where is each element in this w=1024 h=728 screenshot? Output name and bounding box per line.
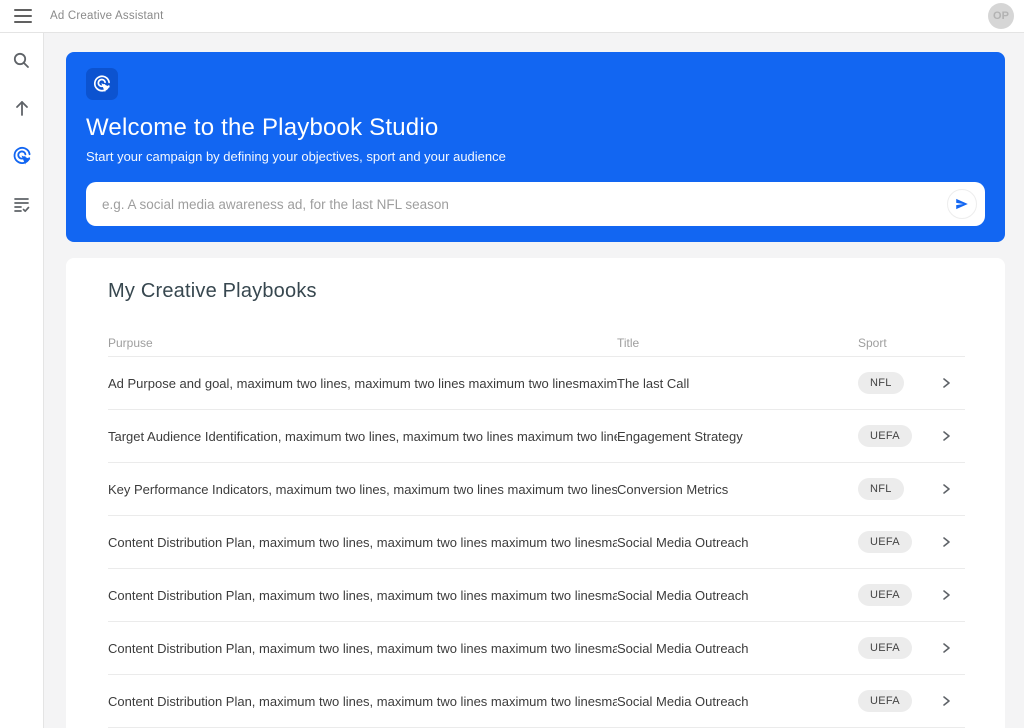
app-title: Ad Creative Assistant — [50, 10, 164, 22]
row-purpose: Content Distribution Plan, maximum two l… — [108, 587, 617, 603]
main-content: Welcome to the Playbook Studio Start you… — [44, 33, 1024, 728]
row-title: Social Media Outreach — [617, 587, 749, 603]
table-row[interactable]: Key Performance Indicators, maximum two … — [108, 463, 965, 516]
playbook-rows: Ad Purpose and goal, maximum two lines, … — [108, 357, 965, 728]
sport-badge: UEFA — [858, 637, 912, 659]
summaries-icon[interactable] — [5, 187, 39, 221]
chevron-right-icon[interactable] — [935, 425, 957, 447]
table-row[interactable]: Content Distribution Plan, maximum two l… — [108, 675, 965, 728]
table-row[interactable]: Content Distribution Plan, maximum two l… — [108, 516, 965, 569]
row-purpose: Target Audience Identification, maximum … — [108, 428, 617, 444]
banner-title: Welcome to the Playbook Studio — [86, 114, 439, 141]
avatar[interactable]: OP — [988, 3, 1014, 29]
campaign-prompt-input[interactable] — [102, 196, 947, 212]
sport-badge: UEFA — [858, 531, 912, 553]
table-header: Purpuse Title Sport — [108, 329, 965, 357]
campaign-prompt — [86, 182, 985, 226]
row-purpose: Content Distribution Plan, maximum two l… — [108, 534, 617, 550]
row-purpose: Key Performance Indicators, maximum two … — [108, 481, 617, 497]
table-row[interactable]: Ad Purpose and goal, maximum two lines, … — [108, 357, 965, 410]
playbooks-card: My Creative Playbooks Purpuse Title Spor… — [66, 258, 1005, 728]
chevron-right-icon[interactable] — [935, 637, 957, 659]
sport-badge: UEFA — [858, 690, 912, 712]
row-purpose: Ad Purpose and goal, maximum two lines, … — [108, 375, 617, 391]
chevron-right-icon[interactable] — [935, 372, 957, 394]
send-icon — [956, 198, 968, 210]
row-title: Conversion Metrics — [617, 481, 729, 497]
table-row[interactable]: Content Distribution Plan, maximum two l… — [108, 569, 965, 622]
hamburger-menu-icon[interactable] — [14, 9, 32, 23]
banner-subtitle: Start your campaign by defining your obj… — [86, 149, 506, 164]
sport-badge: NFL — [858, 372, 904, 394]
column-header-title: Title — [617, 335, 640, 350]
send-button[interactable] — [947, 189, 977, 219]
table-row[interactable]: Target Audience Identification, maximum … — [108, 410, 965, 463]
sport-badge: NFL — [858, 478, 904, 500]
playbook-logo-icon — [86, 68, 118, 100]
chevron-right-icon[interactable] — [935, 690, 957, 712]
topbar: Ad Creative Assistant OP — [0, 0, 1024, 33]
sidebar — [0, 33, 44, 728]
chevron-right-icon[interactable] — [935, 531, 957, 553]
row-title: Social Media Outreach — [617, 534, 749, 550]
welcome-banner: Welcome to the Playbook Studio Start you… — [66, 52, 1005, 242]
sport-badge: UEFA — [858, 425, 912, 447]
table-row[interactable]: Content Distribution Plan, maximum two l… — [108, 622, 965, 675]
upload-arrow-icon[interactable] — [5, 91, 39, 125]
search-icon[interactable] — [5, 43, 39, 77]
playbook-studio-icon[interactable] — [5, 139, 39, 173]
row-title: Social Media Outreach — [617, 693, 749, 709]
chevron-right-icon[interactable] — [935, 584, 957, 606]
playbooks-title: My Creative Playbooks — [108, 280, 317, 302]
chevron-right-icon[interactable] — [935, 478, 957, 500]
row-purpose: Content Distribution Plan, maximum two l… — [108, 693, 617, 709]
row-purpose: Content Distribution Plan, maximum two l… — [108, 640, 617, 656]
column-header-sport: Sport — [858, 335, 887, 350]
sport-badge: UEFA — [858, 584, 912, 606]
playbooks-table: Purpuse Title Sport Ad Purpose and goal,… — [108, 329, 965, 728]
row-title: Engagement Strategy — [617, 428, 743, 444]
row-title: Social Media Outreach — [617, 640, 749, 656]
column-header-purpose: Purpuse — [108, 335, 153, 350]
row-title: The last Call — [617, 375, 690, 391]
